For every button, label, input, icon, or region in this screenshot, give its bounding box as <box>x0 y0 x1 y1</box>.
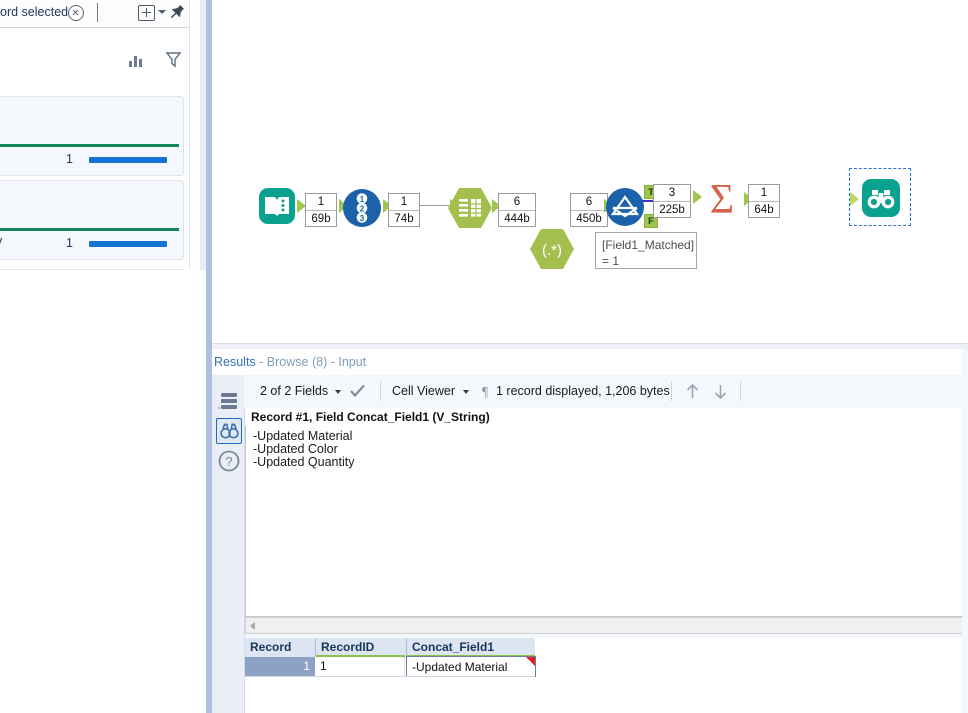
svg-text:Σ: Σ <box>710 177 734 221</box>
tool-browse[interactable] <box>862 179 900 217</box>
grid-header-record[interactable]: Record <box>245 638 315 657</box>
results-title-sep1: - <box>256 355 267 369</box>
cell-viewer-horizontal-scrollbar[interactable] <box>245 617 968 634</box>
card-top-rule <box>0 144 179 147</box>
results-sidebar: ? <box>212 375 245 713</box>
left-panel-card-bottom[interactable]: 1 <box>0 180 184 260</box>
tool-regex[interactable]: (.*) <box>530 229 574 269</box>
results-toolbar: 2 of 2 Fields Cell Viewer ¶ 1 record dis… <box>244 375 968 409</box>
grid-cell-concat-field1[interactable]: -Updated Material <box>406 656 536 677</box>
filter-funnel-icon <box>606 188 644 226</box>
card-bottom-label: y <box>0 234 2 248</box>
results-title[interactable]: Results - Browse (8) - Input <box>214 355 366 369</box>
pin-icon[interactable] <box>168 3 186 22</box>
cell-viewer-body[interactable]: -Updated Material -Updated Color -Update… <box>245 426 968 617</box>
workflow-canvas[interactable]: 1 69b 1 2 3 1 74b <box>212 0 968 349</box>
cell-viewer-chevron-down-icon[interactable] <box>463 390 469 394</box>
tool-record-id[interactable]: 1 2 3 <box>343 189 381 227</box>
toolbar-divider <box>97 3 98 22</box>
fields-count-label[interactable]: 2 of 2 Fields <box>260 384 328 398</box>
grid-cell-record[interactable]: 1 <box>245 657 315 676</box>
results-title-sep2: - <box>327 355 338 369</box>
record-count-box-3: 6 444b <box>498 193 536 227</box>
cell-viewer-label[interactable]: Cell Viewer <box>392 384 455 398</box>
results-title-input: Input <box>338 355 366 369</box>
svg-text:?: ? <box>225 454 232 469</box>
cell-viewer-body-text: -Updated Material -Updated Color -Update… <box>253 430 354 470</box>
card-bottom-bar <box>89 241 167 247</box>
left-panel-empty-area <box>0 270 206 713</box>
bar-chart-icon[interactable] <box>128 52 144 71</box>
records-selected-label: ord selected <box>0 5 68 19</box>
truncated-content-flag-icon <box>526 657 535 666</box>
sidebar-browse-icon[interactable] <box>216 418 242 444</box>
table-select-icon <box>448 188 492 228</box>
card-top-bar <box>89 157 167 163</box>
results-data-grid[interactable]: Record RecordID Concat_Field1 1 1 -Updat… <box>245 638 968 713</box>
sigma-summarize-icon: Σ <box>700 177 744 221</box>
svg-text:3: 3 <box>360 214 365 223</box>
svg-text:¶: ¶ <box>482 385 489 399</box>
record-count-box-6: 1 64b <box>748 184 780 218</box>
card-bottom-rule <box>0 228 179 231</box>
record-count-box-2: 1 74b <box>388 193 420 227</box>
cell-viewer-header-text: Record #1, Field Concat_Field1 (V_String… <box>251 410 490 424</box>
results-right-edge <box>962 349 968 713</box>
card-top-count: 1 <box>53 152 73 166</box>
record-count-box-4: 6 450b <box>570 193 608 227</box>
record-count-box-5: 3 225b <box>653 184 691 218</box>
add-panel-icon[interactable] <box>138 5 155 21</box>
close-circle-icon[interactable] <box>68 5 84 21</box>
grid-cell-recordid[interactable]: 1 <box>315 657 405 676</box>
left-panel-card-top[interactable]: 1 <box>0 96 184 176</box>
results-title-browse: Browse (8) <box>267 355 327 369</box>
record-status-label: 1 record displayed, 1,206 bytes <box>496 384 670 398</box>
data-rows-icon[interactable] <box>216 388 242 414</box>
record-count-box-1: 1 69b <box>305 193 337 227</box>
toolbar-separator-3 <box>740 381 741 401</box>
fields-chevron-down-icon[interactable] <box>335 390 341 394</box>
question-circle-icon[interactable]: ? <box>216 448 242 474</box>
filter-annotation: [Field1_Matched] = 1 <box>595 232 697 269</box>
regex-icon: (.*) <box>530 229 574 269</box>
chevron-down-icon[interactable] <box>158 10 166 14</box>
toolbar-separator-2 <box>671 381 672 401</box>
checkmark-icon[interactable] <box>349 383 366 402</box>
arrow-down-icon[interactable] <box>712 382 729 404</box>
numbered-circle-icon: 1 2 3 <box>343 189 381 227</box>
grid-header-row: Record RecordID Concat_Field1 <box>245 638 535 658</box>
table-row[interactable]: 1 1 -Updated Material <box>245 657 535 676</box>
toolbar-separator-1 <box>380 381 381 401</box>
app-root: ord selected <box>0 0 968 713</box>
pilcrow-icon[interactable]: ¶ <box>480 383 490 402</box>
results-titlebar: Results - Browse (8) - Input <box>212 349 968 376</box>
tool-summarize[interactable]: Σ <box>700 177 744 224</box>
cell-viewer-header: Record #1, Field Concat_Field1 (V_String… <box>245 408 968 427</box>
svg-text:(.*): (.*) <box>542 242 562 259</box>
svg-text:2: 2 <box>360 205 365 214</box>
results-panel: Results - Browse (8) - Input <box>212 349 968 713</box>
binoculars-icon <box>862 179 900 217</box>
grid-empty-area[interactable] <box>245 677 968 713</box>
svg-text:1: 1 <box>360 195 365 204</box>
scroll-left-arrow-icon[interactable] <box>250 622 255 630</box>
results-title-main: Results <box>214 355 256 369</box>
card-bottom-count: 1 <box>53 236 73 250</box>
left-panel-toolbar: ord selected <box>0 0 193 28</box>
tool-select[interactable] <box>448 188 492 228</box>
tool-filter[interactable] <box>606 188 644 226</box>
arrow-up-icon[interactable] <box>684 382 701 404</box>
funnel-filter-icon[interactable] <box>165 51 182 71</box>
book-input-icon <box>259 188 295 224</box>
tool-input-data[interactable] <box>259 188 295 224</box>
